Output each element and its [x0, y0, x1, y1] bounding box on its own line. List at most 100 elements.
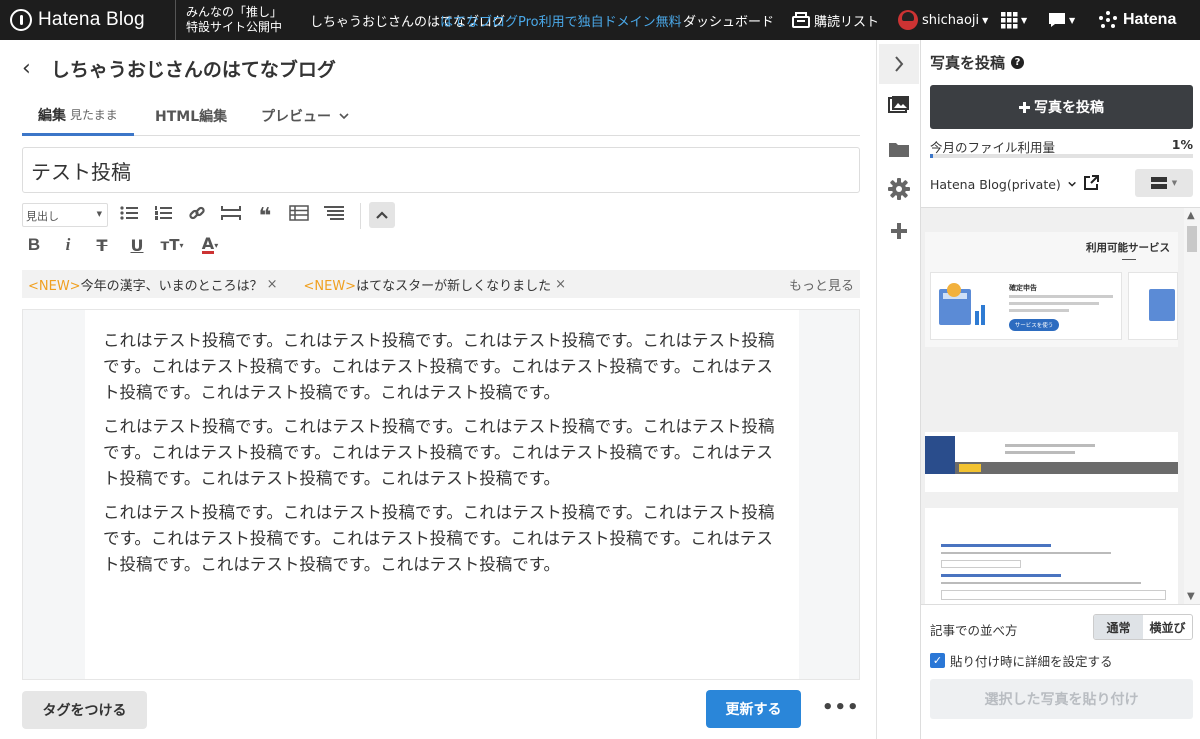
formatting-toolbar: 見出し ▼ ❝ B i T U тT ▾ A ▾	[22, 201, 860, 261]
photo-thumbnail[interactable]	[925, 432, 1178, 492]
bullet-list-icon[interactable]	[117, 201, 141, 225]
close-icon[interactable]: ×	[267, 277, 278, 292]
link-icon[interactable]	[185, 201, 209, 225]
paste-selected-button[interactable]: 選択した写真を貼り付け	[930, 679, 1193, 719]
subscriptions-link[interactable]: 購読リスト	[792, 0, 879, 40]
page-title: しちゃうおじさんのはてなブログ	[50, 59, 336, 81]
tab-label: プレビュー	[261, 109, 331, 125]
news-text: 今年の漢字、いまのところは？	[80, 278, 263, 294]
toolbar-divider	[360, 203, 361, 229]
thumbnail-card	[1128, 272, 1178, 340]
bold-icon[interactable]: B	[22, 233, 46, 257]
thumbnail-text-line	[1009, 302, 1099, 305]
collapse-toolbar-icon[interactable]	[369, 202, 395, 228]
upload-photo-button[interactable]: 写真を投稿	[930, 85, 1193, 129]
promo-banner[interactable]: みんなの「推し」 特設サイト公開中	[175, 0, 282, 40]
editor-body: これはテスト投稿です。これはテスト投稿です。これはテスト投稿です。これはテスト投…	[22, 309, 860, 680]
photo-thumbnail[interactable]: 利用可能サービス 確定申告 サービスを使う	[925, 232, 1178, 347]
checkbox-checked-icon[interactable]: ✓	[930, 653, 945, 668]
news-item[interactable]: <NEW>はてなスターが新しくなりました	[304, 275, 552, 294]
font-size-icon[interactable]: тT ▾	[160, 233, 184, 257]
news-text: はてなスターが新しくなりました	[356, 278, 552, 294]
layout-option-horizontal[interactable]: 横並び	[1143, 615, 1192, 639]
add-tool-icon[interactable]	[877, 216, 921, 246]
thumbnail-text-line	[1009, 309, 1069, 312]
sort-label: 記事での並べ方	[930, 623, 1018, 638]
gear-icon[interactable]	[877, 174, 921, 204]
quote-icon[interactable]: ❝	[253, 201, 277, 228]
thumbnail-text: 確定申告	[1009, 284, 1037, 292]
tab-label: 編集	[38, 107, 66, 124]
editor-header: ‹ しちゃうおじさんのはてなブログ	[22, 55, 336, 82]
update-button[interactable]: 更新する	[706, 690, 801, 728]
external-link-icon[interactable]	[1083, 174, 1100, 195]
tab-html[interactable]: HTML編集	[155, 96, 227, 136]
more-options-icon[interactable]: •••	[822, 697, 860, 718]
sort-row: 記事での並べ方 通常 横並び	[930, 614, 1193, 640]
scrollbar-thumb[interactable]	[1187, 226, 1197, 252]
add-tag-button[interactable]: タグをつける	[22, 691, 147, 729]
hatena-star-icon	[1099, 11, 1117, 28]
heading-select[interactable]: 見出し ▼	[22, 203, 108, 227]
usage-progress-bar	[930, 154, 1193, 158]
post-title-input[interactable]	[22, 147, 860, 193]
help-icon[interactable]: ?	[1011, 56, 1025, 69]
tab-sublabel: 見たまま	[70, 108, 118, 122]
horizontal-rule-icon[interactable]	[219, 201, 243, 225]
user-menu[interactable]: shichaoji ▼	[898, 0, 988, 40]
underline-icon[interactable]: U	[125, 233, 149, 257]
chevron-down-icon	[339, 113, 349, 119]
chevron-down-icon: ▼	[96, 210, 102, 218]
folder-icon[interactable]	[877, 134, 921, 164]
table-icon[interactable]	[287, 201, 311, 225]
promo-line-1: みんなの「推し」	[186, 5, 283, 19]
layout-option-normal[interactable]: 通常	[1094, 615, 1143, 639]
tab-wysiwyg[interactable]: 編集 見たまま	[22, 96, 134, 136]
tab-preview[interactable]: プレビュー	[261, 96, 349, 136]
hatena-blog-logo[interactable]: Hatena Blog	[10, 0, 145, 40]
panel-title-text: 写真を投稿	[930, 54, 1006, 72]
view-mode-select[interactable]: ▼	[1135, 169, 1193, 197]
username: shichaoji	[922, 12, 980, 28]
photo-thumbnail[interactable]	[925, 508, 1178, 604]
numbered-list-icon[interactable]	[151, 201, 175, 225]
photo-tool-icon[interactable]	[877, 90, 921, 120]
scroll-up-icon[interactable]: ▲	[1187, 210, 1195, 221]
thumbnail-text: 利用可能サービス	[1086, 242, 1170, 254]
thumbnail-text-line	[1005, 451, 1075, 454]
checkbox-label: 貼り付け時に詳細を設定する	[950, 654, 1113, 669]
thumbnail-text-line	[1009, 295, 1113, 298]
strikethrough-icon[interactable]: T	[90, 233, 114, 257]
paragraph: これはテスト投稿です。これはテスト投稿です。これはテスト投稿です。これはテスト投…	[103, 331, 775, 402]
heading-select-value: 見出し	[26, 210, 59, 223]
back-chevron-icon[interactable]: ‹	[22, 56, 31, 81]
notifications-menu[interactable]: ▼	[1048, 0, 1075, 40]
scroll-down-icon[interactable]: ▼	[1187, 591, 1195, 602]
post-body-editable[interactable]: これはテスト投稿です。これはテスト投稿です。これはテスト投稿です。これはテスト投…	[85, 310, 799, 679]
blog-select[interactable]: Hatena Blog(private)	[930, 173, 1076, 195]
subscriptions-label: 購読リスト	[814, 14, 880, 30]
news-item[interactable]: <NEW>今年の漢字、いまのところは？	[28, 275, 263, 294]
italic-icon[interactable]: i	[56, 233, 80, 257]
close-icon[interactable]: ×	[555, 277, 566, 292]
photo-list-scrollbar[interactable]: ▲ ▼	[1184, 208, 1200, 604]
message-icon	[1049, 13, 1065, 27]
pro-promo-link[interactable]: はてなブログPro利用で独自ドメイン無料	[440, 0, 682, 40]
collapse-panel-button[interactable]	[879, 44, 919, 84]
apps-menu[interactable]: ▼	[1001, 0, 1027, 40]
new-badge: <NEW>	[28, 278, 81, 294]
avatar	[898, 10, 918, 30]
detail-setting-checkbox-row[interactable]: ✓ 貼り付け時に詳細を設定する	[930, 651, 1113, 670]
subscriptions-icon	[792, 12, 810, 28]
panel-title: 写真を投稿 ?	[930, 52, 1025, 73]
usage-label: 今月のファイル利用量	[930, 140, 1056, 155]
chevron-right-icon	[895, 56, 904, 72]
dashboard-link[interactable]: ダッシュボード	[683, 0, 774, 40]
chevron-down-icon: ▼	[1021, 15, 1028, 25]
table-of-contents-icon[interactable]	[322, 201, 346, 225]
hatena-brand-link[interactable]: Hatena	[1098, 0, 1176, 40]
plus-icon	[1019, 101, 1030, 113]
news-more-link[interactable]: もっと見る	[789, 275, 854, 294]
new-badge: <NEW>	[303, 278, 357, 294]
text-color-icon[interactable]: A ▾	[198, 233, 222, 257]
